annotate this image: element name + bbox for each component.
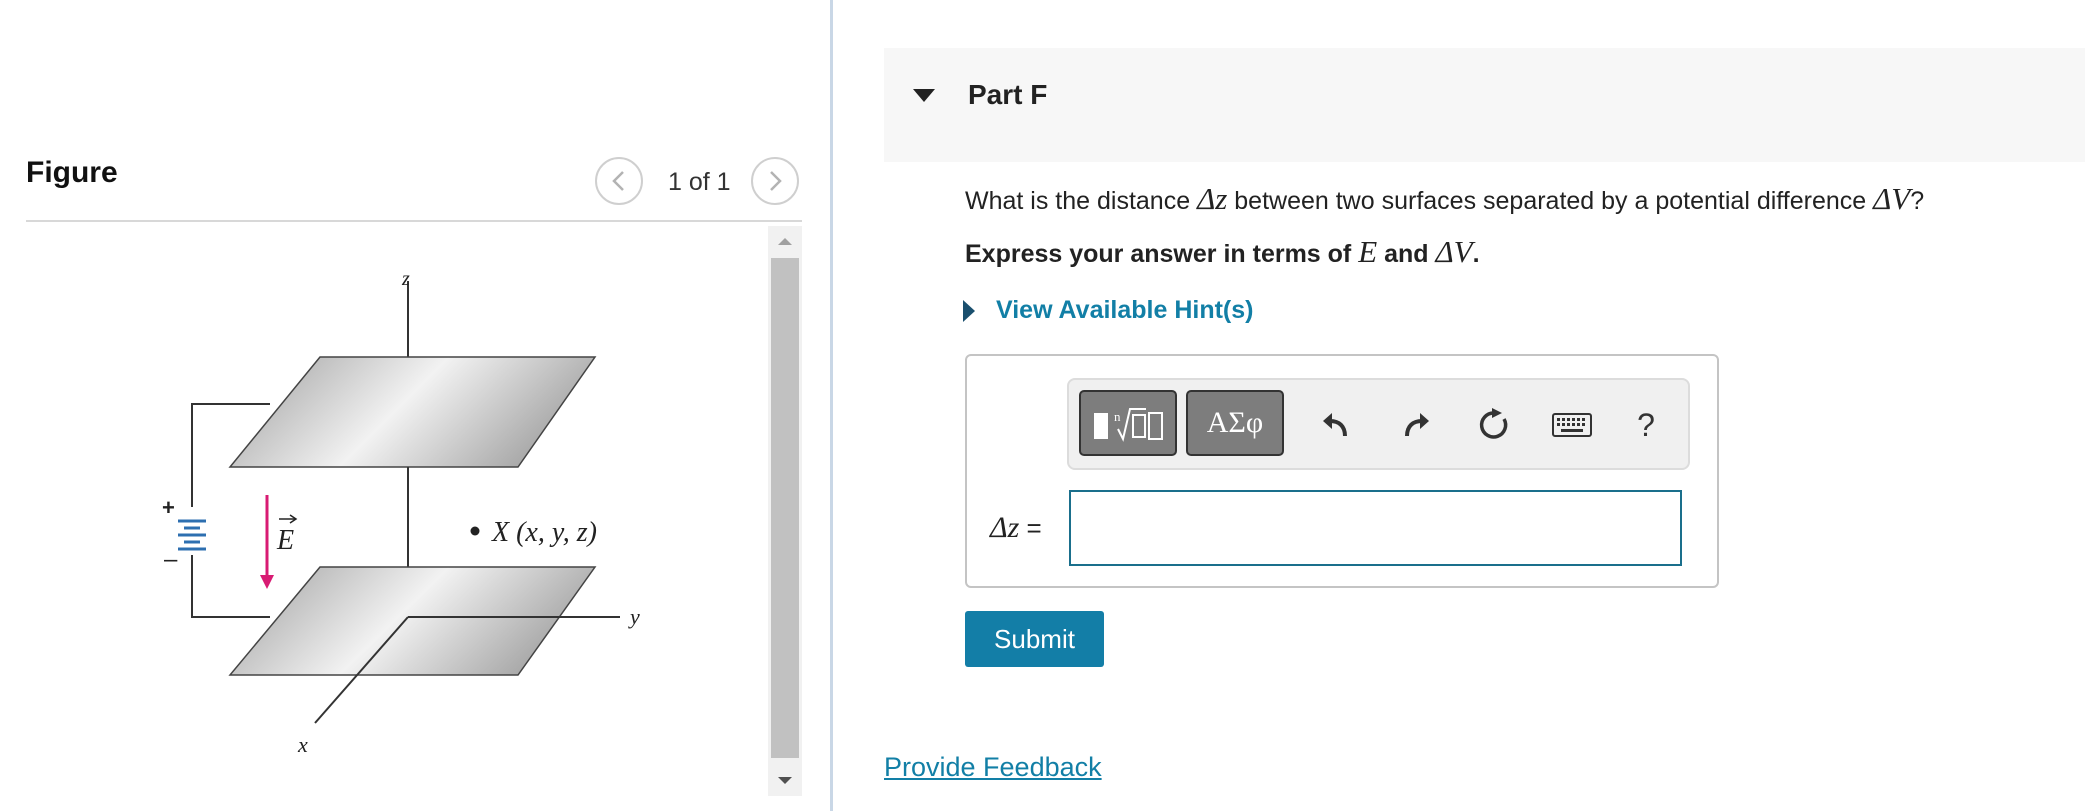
answer-box: n ΑΣφ ? Δz = — [965, 354, 1719, 588]
instruction-and: and — [1377, 240, 1436, 268]
scroll-down-button[interactable] — [768, 766, 802, 796]
collapse-part-toggle[interactable] — [912, 88, 936, 109]
instruction-v-variable: ΔV — [1435, 234, 1473, 269]
chevron-right-icon — [770, 171, 782, 191]
triangle-down-icon — [778, 777, 792, 784]
circuit-wire-bottom — [191, 555, 270, 618]
previous-figure-button[interactable] — [595, 157, 643, 205]
svg-text:n: n — [1114, 409, 1121, 424]
instruction-pre: Express your answer in terms of — [965, 240, 1359, 268]
question-text: What is the distance Δz between two surf… — [965, 181, 1924, 217]
undo-icon — [1323, 413, 1347, 437]
scroll-up-button[interactable] — [768, 226, 802, 256]
provide-feedback-link[interactable]: Provide Feedback — [884, 752, 1102, 783]
keyboard-button[interactable] — [1547, 400, 1597, 450]
question-post: ? — [1910, 187, 1925, 215]
symbols-button[interactable]: ΑΣφ — [1186, 390, 1284, 456]
panel-divider — [830, 0, 833, 811]
question-mid: between two surfaces separated by a pote… — [1227, 187, 1874, 215]
answer-label-variable: Δz — [990, 511, 1020, 544]
redo-icon — [1405, 413, 1429, 437]
caret-down-icon — [913, 89, 935, 102]
battery-minus-label: – — [164, 546, 178, 573]
view-hints-label: View Available Hint(s) — [996, 296, 1254, 324]
templates-icon: n — [1094, 408, 1163, 442]
answer-label-equals: = — [1019, 513, 1042, 543]
vector-arrow-icon — [279, 514, 298, 524]
math-toolbar: n ΑΣφ ? — [1067, 378, 1690, 470]
question-delta-z: Δz — [1197, 181, 1228, 216]
figure-page-counter: 1 of 1 — [668, 168, 731, 196]
figure-title: Figure — [26, 156, 118, 189]
part-title: Part F — [968, 79, 1048, 110]
templates-button[interactable]: n — [1079, 390, 1177, 456]
instruction-e-variable: E — [1358, 234, 1378, 269]
triangle-up-icon — [778, 238, 792, 245]
answer-input[interactable] — [1069, 490, 1682, 566]
field-arrowhead — [260, 575, 274, 589]
x-axis-label: x — [297, 732, 308, 757]
figure-scrollbar[interactable] — [768, 226, 802, 796]
keyboard-icon — [1552, 413, 1592, 437]
caret-right-icon — [963, 299, 975, 322]
parallel-plates-figure: + – z y x E X (x, y, z) — [162, 268, 640, 757]
view-hints-toggle[interactable]: View Available Hint(s) — [962, 296, 1253, 325]
battery-icon — [178, 519, 206, 551]
question-delta-v: ΔV — [1873, 181, 1911, 216]
instruction-text: Express your answer in terms of E and ΔV… — [965, 234, 1480, 270]
instruction-post: . — [1472, 240, 1480, 268]
z-axis-label: z — [401, 268, 410, 290]
bottom-plate — [228, 566, 597, 676]
undo-button[interactable] — [1311, 400, 1361, 450]
submit-button[interactable]: Submit — [965, 611, 1104, 667]
reset-icon — [1479, 408, 1508, 439]
next-figure-button[interactable] — [751, 157, 799, 205]
chevron-left-icon — [612, 171, 624, 191]
part-header: Part F — [884, 48, 2085, 162]
top-plate — [228, 356, 597, 468]
battery-plus-label: + — [162, 495, 175, 520]
reset-button[interactable] — [1469, 400, 1519, 450]
field-label: E — [276, 525, 294, 556]
help-button[interactable]: ? — [1621, 400, 1671, 450]
point-x-label: X (x, y, z) — [491, 517, 597, 548]
figure-divider — [26, 220, 802, 222]
scroll-thumb[interactable] — [771, 258, 799, 758]
question-pre: What is the distance — [965, 187, 1198, 215]
redo-button[interactable] — [1391, 400, 1441, 450]
answer-label: Δz = — [990, 511, 1042, 545]
y-axis-label: y — [628, 604, 640, 629]
point-x-dot — [470, 526, 480, 536]
